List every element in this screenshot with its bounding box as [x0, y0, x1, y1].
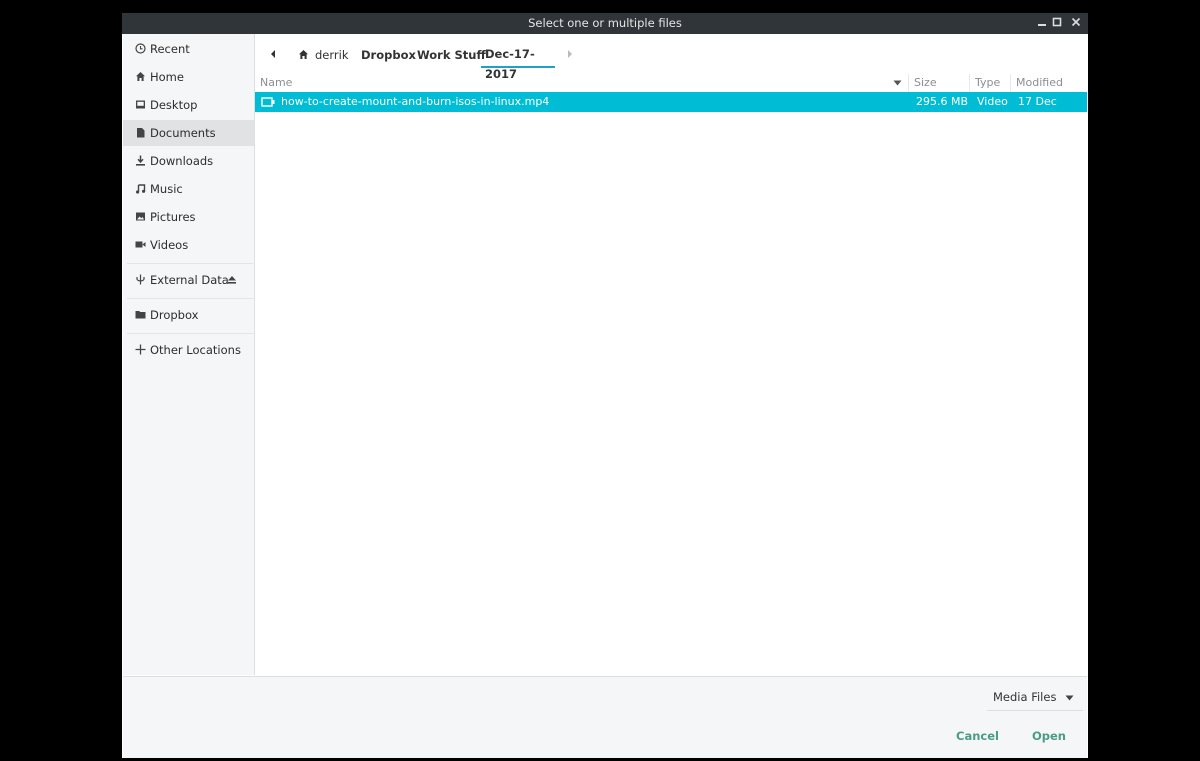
file-chooser-dialog: Select one or multiple files Recent Home [122, 13, 1088, 758]
sidebar-item-label: Desktop [150, 98, 198, 112]
download-icon [133, 148, 147, 176]
path-bar: derrik Dropbox Work Stuff Dec-17-2017 [255, 34, 1087, 81]
column-header-type[interactable]: Type [975, 74, 1000, 92]
sort-down-icon[interactable] [893, 74, 902, 92]
sidebar-item-documents[interactable]: Documents [123, 120, 254, 146]
chevron-down-icon [1065, 684, 1074, 710]
column-separator [969, 74, 970, 92]
path-segment-work-stuff[interactable]: Work Stuff [417, 44, 486, 66]
path-forward-icon[interactable] [566, 44, 574, 66]
sidebar-item-dropbox[interactable]: Dropbox [123, 302, 254, 328]
file-name: how-to-create-mount-and-burn-isos-in-lin… [281, 95, 550, 108]
column-header-size[interactable]: Size [914, 74, 937, 92]
path-segment-home[interactable]: derrik [298, 44, 348, 66]
sidebar-item-label: Downloads [150, 154, 214, 168]
places-sidebar: Recent Home Desktop Documents Downloads [123, 34, 255, 675]
sidebar-item-label: Documents [150, 126, 216, 140]
sidebar-item-external-data[interactable]: External Data [123, 267, 254, 293]
picture-icon [133, 204, 147, 232]
sidebar-item-videos[interactable]: Videos [123, 232, 254, 258]
file-browser-pane: derrik Dropbox Work Stuff Dec-17-2017 Na… [255, 34, 1087, 675]
plus-icon [133, 337, 147, 365]
file-row[interactable]: how-to-create-mount-and-burn-isos-in-lin… [255, 92, 1087, 128]
file-type: Video [977, 95, 1008, 108]
document-icon [133, 120, 147, 148]
sidebar-divider [127, 298, 253, 299]
clock-icon [133, 36, 147, 64]
sidebar-item-recent[interactable]: Recent [123, 36, 254, 62]
sidebar-item-label: Recent [150, 42, 190, 56]
sidebar-divider [127, 333, 253, 334]
maximize-icon[interactable] [1049, 13, 1065, 34]
sidebar-item-music[interactable]: Music [123, 176, 254, 202]
title-bar[interactable]: Select one or multiple files [122, 13, 1088, 34]
sidebar-item-desktop[interactable]: Desktop [123, 92, 254, 118]
sidebar-item-label: Music [150, 182, 183, 196]
sidebar-item-label: Pictures [150, 210, 196, 224]
video-file-icon [261, 92, 275, 115]
home-icon [298, 45, 309, 67]
dialog-footer: Media Files Cancel Open [123, 676, 1087, 758]
video-icon [133, 232, 147, 260]
file-filter-dropdown[interactable]: Media Files [987, 684, 1083, 711]
folder-icon [133, 302, 147, 330]
file-filter-value: Media Files [993, 690, 1057, 704]
column-separator [1010, 74, 1011, 92]
cancel-button[interactable]: Cancel [956, 725, 999, 747]
sidebar-divider [127, 263, 253, 264]
path-segment-dropbox[interactable]: Dropbox [361, 44, 416, 66]
path-segment-label: derrik [315, 48, 349, 62]
desktop-icon [133, 92, 147, 120]
file-modified: 17 Dec 2017 [1018, 95, 1057, 128]
minimize-icon[interactable] [1034, 13, 1050, 34]
column-separator [908, 74, 909, 92]
sidebar-item-label: Other Locations [150, 343, 241, 357]
usb-icon [133, 267, 147, 295]
column-header-modified[interactable]: Modified [1016, 74, 1063, 92]
sidebar-item-label: Home [150, 70, 184, 84]
file-size: 295.6 MB [916, 95, 969, 108]
column-header-name[interactable]: Name [260, 74, 292, 92]
window-title: Select one or multiple files [528, 16, 682, 30]
close-icon[interactable] [1068, 13, 1084, 34]
sidebar-item-downloads[interactable]: Downloads [123, 148, 254, 174]
path-segment-current[interactable]: Dec-17-2017 [481, 44, 555, 81]
sidebar-item-label: Dropbox [150, 308, 199, 322]
eject-icon[interactable] [227, 267, 237, 296]
sidebar-item-other-locations[interactable]: Other Locations [123, 337, 254, 363]
sidebar-item-label: External Data [150, 273, 229, 287]
sidebar-item-label: Videos [150, 238, 189, 252]
sidebar-item-pictures[interactable]: Pictures [123, 204, 254, 230]
open-button[interactable]: Open [1032, 725, 1066, 747]
home-icon [133, 64, 147, 92]
music-icon [133, 176, 147, 204]
path-back-icon[interactable] [269, 44, 277, 66]
sidebar-item-home[interactable]: Home [123, 64, 254, 90]
